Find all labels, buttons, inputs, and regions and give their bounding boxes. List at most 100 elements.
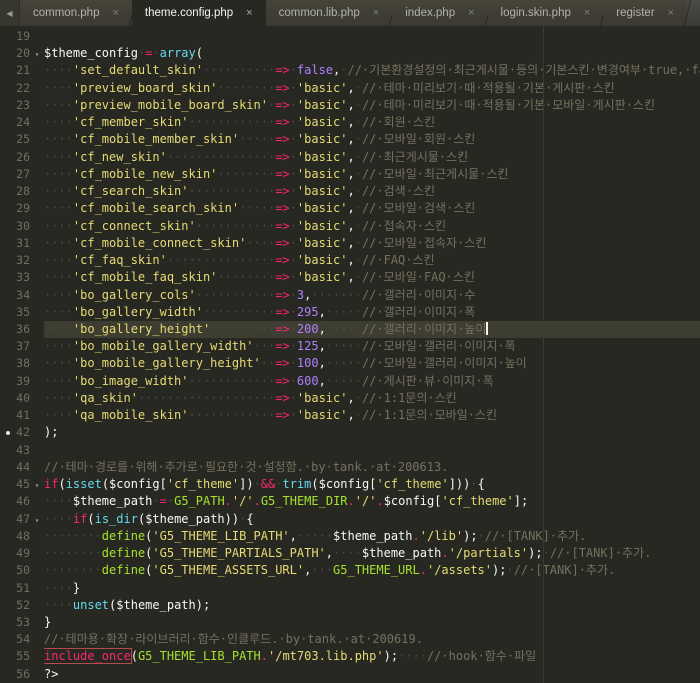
line-number[interactable]: 49	[0, 545, 44, 562]
line-number[interactable]: 50	[0, 562, 44, 579]
code-row[interactable]: 54//·테마용·확장·라이브러리·함수·인클루드.·by·tank.·at·2…	[0, 631, 700, 648]
code-row[interactable]: 46····$theme_path·=·G5_PATH.'/'.G5_THEME…	[0, 493, 700, 510]
line-number[interactable]: 36	[0, 321, 44, 338]
line-number[interactable]: 53	[0, 614, 44, 631]
line-number[interactable]: 48	[0, 528, 44, 545]
code-row[interactable]: 48········define('G5_THEME_LIB_PATH',···…	[0, 528, 700, 545]
code-row[interactable]: 33····'cf_mobile_faq_skin'········=>·'ba…	[0, 269, 700, 286]
code-row[interactable]: 40····'qa_skin'···················=>·'ba…	[0, 390, 700, 407]
line-number[interactable]: 44	[0, 459, 44, 476]
code-row[interactable]: 56?>	[0, 666, 700, 683]
code-row[interactable]: 49········define('G5_THEME_PARTIALS_PATH…	[0, 545, 700, 562]
line-number[interactable]: 31	[0, 235, 44, 252]
code-row[interactable]: 23····'preview_mobile_board_skin'·=>·'ba…	[0, 97, 700, 114]
code-row[interactable]: 42);	[0, 424, 700, 441]
line-number[interactable]: 52	[0, 597, 44, 614]
tab-scroll-button[interactable]: ◀	[0, 0, 20, 26]
tab-login-skin-php[interactable]: login.skin.php ×	[488, 0, 604, 26]
fold-arrow-icon[interactable]: ▾	[30, 512, 44, 529]
code-line-text	[44, 442, 700, 459]
code-row[interactable]: 38····'bo_mobile_gallery_height'··=>·100…	[0, 355, 700, 372]
code-line-text: ····'set_default_skin'··········=>·false…	[44, 62, 700, 79]
code-row[interactable]: 52····unset($theme_path);	[0, 597, 700, 614]
code-row[interactable]: 28····'cf_search_skin'············=>·'ba…	[0, 183, 700, 200]
close-icon[interactable]: ×	[112, 8, 118, 19]
code-row[interactable]: 35····'bo_gallery_width'··········=>·295…	[0, 304, 700, 321]
code-row[interactable]: 44//·테마·경로를·위해·추가로·필요한·것·설정함.·by·tank.·a…	[0, 459, 700, 476]
line-number[interactable]: 38	[0, 355, 44, 372]
line-number[interactable]: 27	[0, 166, 44, 183]
close-icon[interactable]: ×	[668, 8, 674, 19]
code-row[interactable]: 55include_once(G5_THEME_LIB_PATH.'/mt703…	[0, 648, 700, 665]
tab-common-php[interactable]: common.php ×	[20, 0, 132, 26]
line-number[interactable]: 24	[0, 114, 44, 131]
line-number[interactable]: 41	[0, 407, 44, 424]
line-number[interactable]: 26	[0, 149, 44, 166]
code-row[interactable]: 30····'cf_connect_skin'···········=>·'ba…	[0, 218, 700, 235]
line-number[interactable]: 28	[0, 183, 44, 200]
line-number[interactable]: 30	[0, 218, 44, 235]
code-row[interactable]: 50········define('G5_THEME_ASSETS_URL',·…	[0, 562, 700, 579]
line-number-text: 45	[0, 476, 30, 493]
line-number[interactable]: 45▾	[0, 476, 44, 493]
code-row[interactable]: 19	[0, 28, 700, 45]
code-row[interactable]: 45▾if(isset($config['cf_theme'])·&&·trim…	[0, 476, 700, 493]
line-number[interactable]: 37	[0, 338, 44, 355]
close-icon[interactable]: ×	[468, 8, 474, 19]
code-line-text: ········define('G5_THEME_LIB_PATH',·····…	[44, 528, 700, 545]
line-number[interactable]: 54	[0, 631, 44, 648]
code-row[interactable]: 31····'cf_mobile_connect_skin'····=>·'ba…	[0, 235, 700, 252]
line-number[interactable]: 46	[0, 493, 44, 510]
code-row[interactable]: 26····'cf_new_skin'···············=>·'ba…	[0, 149, 700, 166]
line-number[interactable]: 51	[0, 580, 44, 597]
code-row[interactable]: 53}	[0, 614, 700, 631]
line-number[interactable]: 21	[0, 62, 44, 79]
line-number[interactable]: 22	[0, 80, 44, 97]
tab-index-php[interactable]: index.php ×	[392, 0, 487, 26]
code-row[interactable]: 20▾$theme_config·=·array(	[0, 45, 700, 62]
code-row[interactable]: 47▾····if(is_dir($theme_path))·{	[0, 511, 700, 528]
line-number[interactable]: 29	[0, 200, 44, 217]
line-number[interactable]: 33	[0, 269, 44, 286]
code-row[interactable]: 25····'cf_mobile_member_skin'·····=>·'ba…	[0, 131, 700, 148]
code-row[interactable]: 22····'preview_board_skin'········=>·'ba…	[0, 80, 700, 97]
tab-common-lib-php[interactable]: common.lib.php ×	[266, 0, 393, 26]
line-number[interactable]: 32	[0, 252, 44, 269]
line-number[interactable]: 23	[0, 97, 44, 114]
line-number-text: 30	[0, 218, 30, 235]
code-row[interactable]: 27····'cf_mobile_new_skin'········=>·'ba…	[0, 166, 700, 183]
line-number[interactable]: 39	[0, 373, 44, 390]
code-row[interactable]: 37····'bo_mobile_gallery_width'···=>·125…	[0, 338, 700, 355]
code-row[interactable]: 36····'bo_gallery_height'·········=>·200…	[0, 321, 700, 338]
line-number[interactable]: 56	[0, 666, 44, 683]
line-number[interactable]: 47▾	[0, 511, 44, 528]
code-row[interactable]: 21····'set_default_skin'··········=>·fal…	[0, 62, 700, 79]
line-number[interactable]: 19	[0, 28, 44, 45]
fold-arrow-icon[interactable]: ▾	[30, 477, 44, 494]
line-number[interactable]: 35	[0, 304, 44, 321]
tab-theme-config-php[interactable]: theme.config.php ×	[132, 0, 266, 26]
line-number[interactable]: 42	[0, 424, 44, 441]
line-number[interactable]: 34	[0, 287, 44, 304]
code-row[interactable]: 24····'cf_member_skin'············=>·'ba…	[0, 114, 700, 131]
tab-label: register	[616, 7, 654, 19]
tab-register[interactable]: register ×	[603, 0, 687, 26]
code-line-text: ····'bo_mobile_gallery_width'···=>·125,·…	[44, 338, 700, 355]
code-row[interactable]: 34····'bo_gallery_cols'···········=>·3,·…	[0, 287, 700, 304]
code-line-text: ····'bo_gallery_width'··········=>·295,·…	[44, 304, 700, 321]
code-row[interactable]: 41····'qa_mobile_skin'············=>·'ba…	[0, 407, 700, 424]
line-number[interactable]: 43	[0, 442, 44, 459]
fold-arrow-icon[interactable]: ▾	[30, 46, 44, 63]
code-row[interactable]: 51····}	[0, 580, 700, 597]
code-row[interactable]: 32····'cf_faq_skin'···············=>·'ba…	[0, 252, 700, 269]
line-number[interactable]: 55	[0, 648, 44, 665]
line-number[interactable]: 40	[0, 390, 44, 407]
close-icon[interactable]: ×	[584, 8, 590, 19]
close-icon[interactable]: ×	[373, 8, 379, 19]
code-row[interactable]: 29····'cf_mobile_search_skin'·····=>·'ba…	[0, 200, 700, 217]
line-number[interactable]: 25	[0, 131, 44, 148]
close-icon[interactable]: ×	[246, 8, 252, 19]
code-row[interactable]: 39····'bo_image_width'············=>·600…	[0, 373, 700, 390]
code-row[interactable]: 43	[0, 442, 700, 459]
line-number[interactable]: 20▾	[0, 45, 44, 62]
